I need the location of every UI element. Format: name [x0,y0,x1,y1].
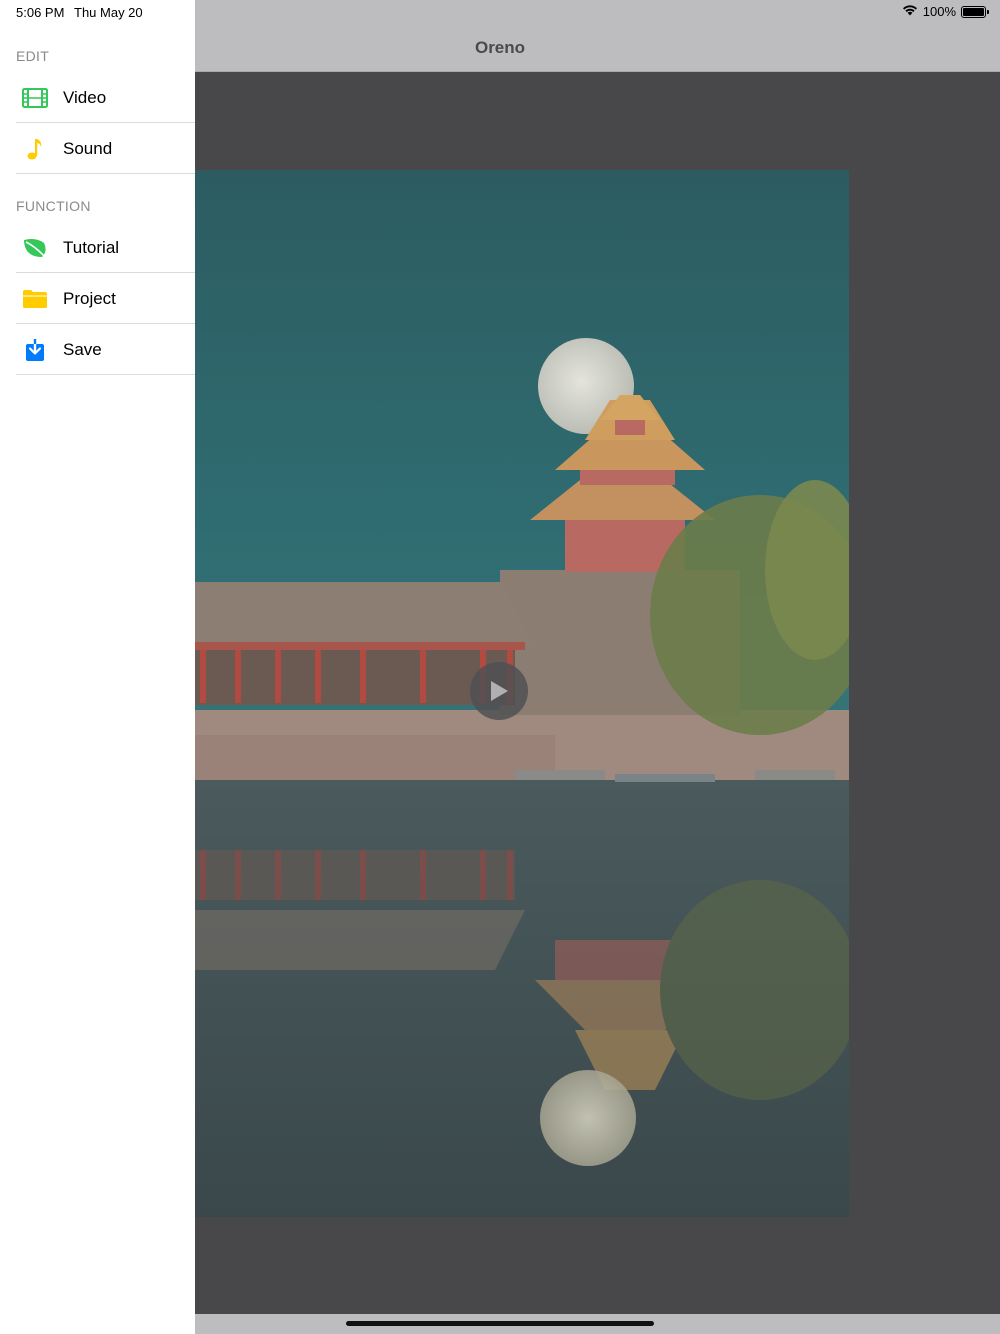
sidebar-menu: EDIT Video Sound FUNCTION Tutorial Proje… [0,0,195,1334]
status-indicators: 100% [902,4,989,19]
sidebar-item-sound[interactable]: Sound [16,124,195,174]
sidebar-item-label: Save [63,339,102,359]
film-icon [22,85,48,111]
video-preview[interactable] [195,170,849,1217]
battery-icon [961,5,989,18]
video-preview-area [195,72,1000,1314]
sidebar-item-label: Project [63,288,116,308]
leaf-icon [22,235,48,261]
play-button[interactable] [470,662,528,720]
sidebar-item-video[interactable]: Video [16,73,195,123]
sidebar-item-label: Sound [63,138,113,158]
sidebar-item-project[interactable]: Project [16,274,195,324]
home-indicator[interactable] [346,1321,654,1326]
sidebar-item-label: Video [63,87,107,107]
sidebar-item-tutorial[interactable]: Tutorial [16,223,195,273]
battery-percent: 100% [922,4,956,19]
download-icon [22,337,48,363]
wifi-icon [902,4,918,19]
status-time: 5:06 PM [16,5,65,20]
folder-icon [22,286,48,312]
play-icon [488,679,510,703]
music-note-icon [22,136,48,162]
section-header-function: FUNCTION [16,198,91,214]
sidebar-item-label: Tutorial [63,237,120,257]
section-header-edit: EDIT [16,48,50,64]
battery-level [963,7,984,16]
status-bar: 5:06 PM Thu May 20 100% [0,0,1000,24]
status-date: Thu May 20 [74,5,143,20]
sidebar-item-save[interactable]: Save [16,325,195,375]
